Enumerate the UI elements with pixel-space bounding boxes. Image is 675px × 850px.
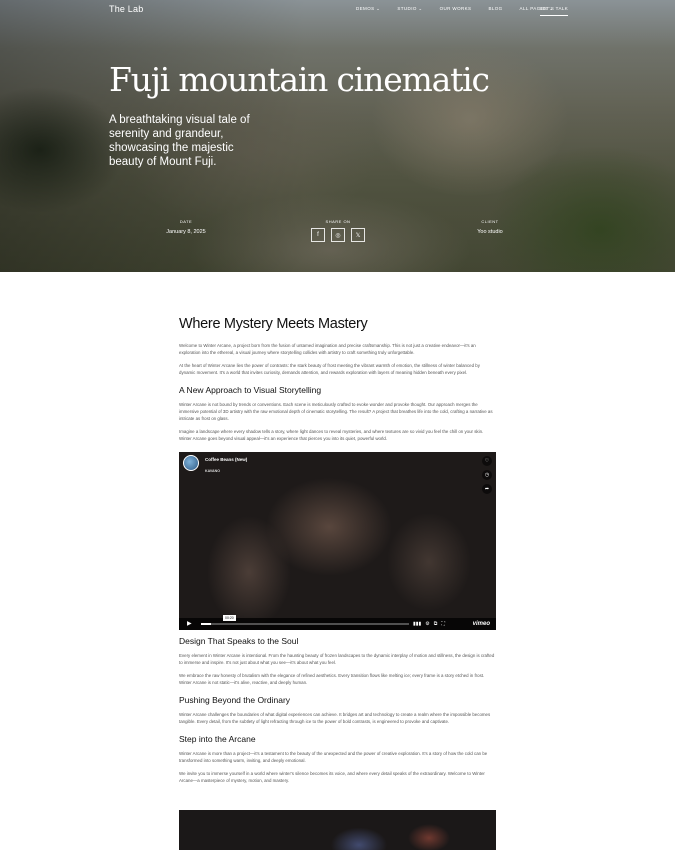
share-label: SHARE ON xyxy=(325,219,351,224)
meta-date: DATE January 8, 2025 xyxy=(166,219,206,235)
video-progress[interactable]: 00:20 xyxy=(201,615,409,625)
site-logo[interactable]: The Lab xyxy=(109,4,143,14)
settings-icon[interactable]: ⚙ xyxy=(425,621,429,627)
article-body: Where Mystery Meets Mastery Welcome to W… xyxy=(179,316,496,442)
section-heading: Design That Speaks to the Soul xyxy=(179,636,299,646)
section-heading: A New Approach to Visual Storytelling xyxy=(179,385,322,395)
client-value: Yoo studio xyxy=(477,229,503,235)
play-icon[interactable]: ▶ xyxy=(187,620,192,627)
hero-title: Fuji mountain cinematic xyxy=(109,60,490,99)
article-paragraph: Winter Arcane is more than a project—it'… xyxy=(179,751,488,763)
share-icon[interactable]: ➦ xyxy=(482,484,492,494)
nav-blog[interactable]: BLOG xyxy=(488,6,502,12)
video-controls: ▶ 00:20 ▮▮▮ ⚙ ⧉ ⛶ vimeo xyxy=(179,615,496,630)
heart-icon[interactable]: ♡ xyxy=(482,456,492,466)
hero-section: The Lab DEMOS ⌄ STUDIO ⌄ OUR WORKS BLOG … xyxy=(0,0,675,272)
instagram-icon[interactable]: ◎ xyxy=(331,228,345,242)
share-buttons: f ◎ 𝕏 xyxy=(310,228,366,242)
nav-our-works-label: OUR WORKS xyxy=(439,6,472,11)
fullscreen-icon[interactable]: ⛶ xyxy=(441,621,445,627)
nav-demos[interactable]: DEMOS ⌄ xyxy=(356,6,380,12)
video-player[interactable]: Coffee Beans (New) KAVANO ♡ ◷ ➦ ▶ 00:20 … xyxy=(179,452,496,630)
video-side-actions: ♡ ◷ ➦ xyxy=(482,456,492,494)
video-control-icons: ▮▮▮ ⚙ ⧉ ⛶ xyxy=(413,621,445,627)
article-paragraph: At the heart of Winter Arcane lies the p… xyxy=(179,363,480,375)
section-heading: Step into the Arcane xyxy=(179,734,256,744)
meta-share: SHARE ON f ◎ 𝕏 xyxy=(310,219,366,242)
nav-our-works[interactable]: OUR WORKS xyxy=(440,6,472,12)
article-paragraph: Winter Arcane challenges the boundaries … xyxy=(179,712,491,724)
date-value: January 8, 2025 xyxy=(166,229,206,235)
video-author[interactable]: KAVANO xyxy=(205,469,220,473)
article-paragraph: Imagine a landscape where every shadow t… xyxy=(179,429,484,441)
hero-subtitle: A breathtaking visual tale of serenity a… xyxy=(109,114,250,168)
nav-studio-label: STUDIO xyxy=(397,6,417,11)
video-title[interactable]: Coffee Beans (New) xyxy=(205,457,247,462)
clock-icon[interactable]: ◷ xyxy=(482,470,492,480)
section-heading: Pushing Beyond the Ordinary xyxy=(179,695,291,705)
date-label: DATE xyxy=(179,219,193,224)
nav-demos-label: DEMOS xyxy=(356,6,375,11)
article-paragraph: Welcome to Winter Arcane, a project born… xyxy=(179,343,476,355)
avatar[interactable] xyxy=(183,455,199,471)
lets-talk-link[interactable]: LET'S TALK xyxy=(540,6,569,16)
video-time: 00:20 xyxy=(223,615,236,621)
vimeo-logo[interactable]: vimeo xyxy=(473,621,490,627)
second-video-preview[interactable] xyxy=(179,810,496,850)
nav-blog-label: BLOG xyxy=(488,6,503,11)
article-body-continued: Design That Speaks to the Soul Every ele… xyxy=(179,636,496,784)
video-progress-fill xyxy=(201,623,212,625)
facebook-icon[interactable]: f xyxy=(311,228,325,242)
article-paragraph: Every element in Winter Arcane is intent… xyxy=(179,653,495,665)
x-icon[interactable]: 𝕏 xyxy=(351,228,365,242)
meta-client: CLIENT Yoo studio xyxy=(470,219,510,235)
article-paragraph: Winter Arcane is not bound by trends or … xyxy=(179,402,493,421)
nav-studio[interactable]: STUDIO ⌄ xyxy=(397,6,422,12)
chevron-down-icon: ⌄ xyxy=(418,6,423,11)
chevron-down-icon: ⌄ xyxy=(376,6,381,11)
volume-icon[interactable]: ▮▮▮ xyxy=(413,621,421,627)
client-label: CLIENT xyxy=(481,219,499,224)
article-paragraph: We invite you to immerse yourself in a w… xyxy=(179,771,485,783)
pip-icon[interactable]: ⧉ xyxy=(434,621,438,627)
main-nav: DEMOS ⌄ STUDIO ⌄ OUR WORKS BLOG ALL PAGE… xyxy=(356,6,570,12)
article-paragraph: We embrace the raw honesty of brutalism … xyxy=(179,673,485,685)
article-title: Where Mystery Meets Mastery xyxy=(179,316,368,332)
